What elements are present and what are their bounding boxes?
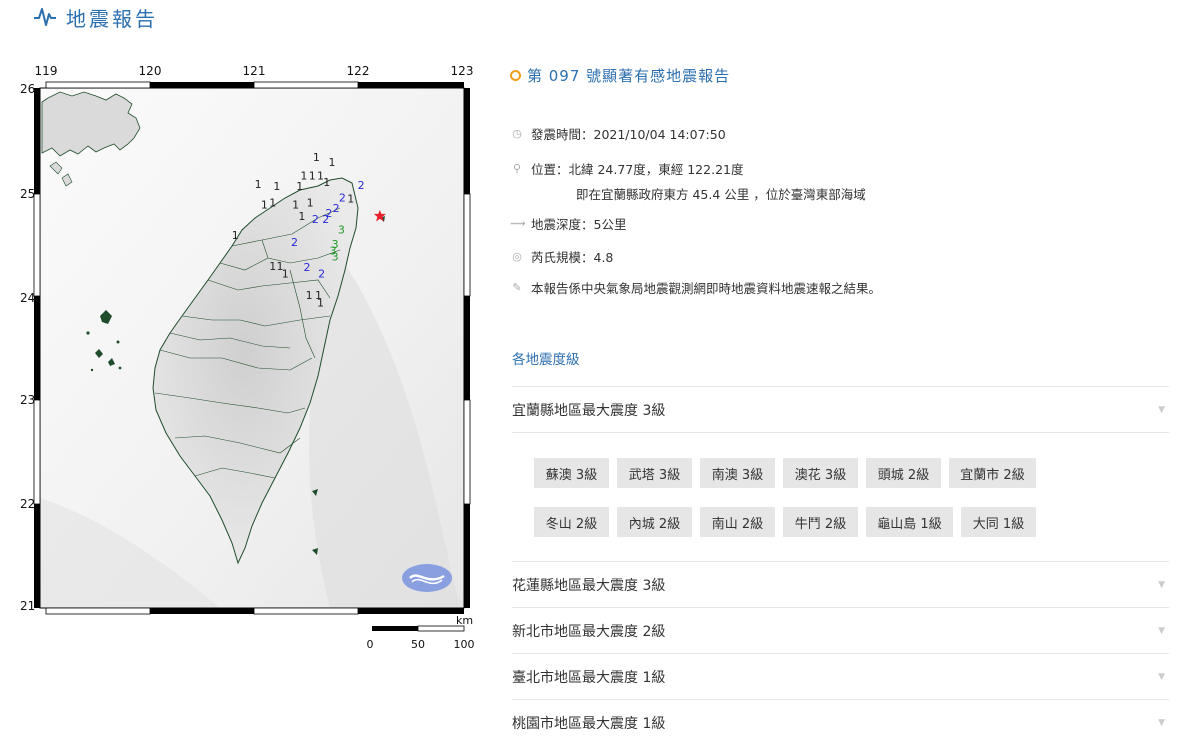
chevron-down-icon: ▼ bbox=[1158, 717, 1165, 728]
intensity-mark: 2 bbox=[312, 213, 319, 226]
report-time: ◷ 發震時間：2021/10/04 14:07:50 bbox=[510, 124, 725, 143]
intensity-mark: 1 bbox=[323, 176, 330, 189]
lat-tick-22: 22 bbox=[20, 497, 35, 511]
accordion-yilan[interactable]: 宜蘭縣地區最大震度 3級 ▼ bbox=[512, 386, 1169, 432]
scale-bar: km 0 50 100 bbox=[367, 614, 475, 651]
station-chip: 牛鬥 2級 bbox=[783, 507, 858, 537]
report-panel: 第 097 號顯著有感地震報告 ◷ 發震時間：2021/10/04 14:07:… bbox=[510, 60, 1170, 732]
intensity-mark: 1 bbox=[282, 267, 289, 280]
accordion-hualien[interactable]: 花蓮縣地區最大震度 3級 ▼ bbox=[512, 561, 1169, 607]
intensity-mark: 1 bbox=[317, 296, 324, 309]
report-depth: ⟿ 地震深度：5公里 bbox=[510, 217, 627, 232]
report-location: ⚲ 位置：北緯 24.77度，東經 122.21度 bbox=[510, 159, 744, 178]
station-chip: 南澳 3級 bbox=[700, 458, 775, 488]
intensity-mark: 1 bbox=[306, 289, 313, 302]
station-chips-row-2: 冬山 2級 內城 2級 南山 2級 牛鬥 2級 龜山島 1級 大同 1級 bbox=[534, 507, 1036, 537]
chevron-down-icon: ▼ bbox=[1158, 404, 1165, 415]
lon-tick-121: 121 bbox=[243, 64, 266, 78]
lat-tick-23: 23 bbox=[20, 393, 35, 407]
intensity-mark: 1 bbox=[329, 156, 336, 169]
accordion-new-taipei[interactable]: 新北市地區最大震度 2級 ▼ bbox=[512, 607, 1169, 653]
note-icon: ✎ bbox=[512, 281, 522, 294]
seismograph-icon bbox=[34, 8, 56, 26]
clock-icon: ◷ bbox=[512, 127, 522, 140]
intensity-mark: 1 bbox=[269, 260, 276, 273]
intensity-mark: 3 bbox=[338, 224, 345, 237]
station-chip: 冬山 2級 bbox=[534, 507, 609, 537]
station-chip: 大同 1級 bbox=[961, 507, 1036, 537]
accordion-label: 宜蘭縣地區最大震度 3級 bbox=[512, 402, 666, 419]
station-chip: 龜山島 1級 bbox=[866, 507, 953, 537]
intensity-mark: 2 bbox=[333, 202, 340, 215]
report-marker-icon bbox=[510, 69, 521, 81]
intensity-mark: 1 bbox=[313, 151, 320, 164]
depth-icon: ⟿ bbox=[510, 217, 526, 230]
intensity-mark: 2 bbox=[339, 191, 346, 204]
station-chip: 南山 2級 bbox=[700, 507, 775, 537]
accordion-taoyuan[interactable]: 桃園市地區最大震度 1級 ▼ bbox=[512, 699, 1169, 745]
accordion-yilan-body bbox=[512, 432, 1169, 433]
station-chip: 宜蘭市 2級 bbox=[949, 458, 1036, 488]
station-chips-row-1: 蘇澳 3級 武塔 3級 南澳 3級 澳花 3級 頭城 2級 宜蘭市 2級 bbox=[534, 458, 1036, 488]
report-magnitude: ◎ 芮氏規模：4.8 bbox=[510, 247, 613, 266]
intensity-mark: 1 bbox=[298, 210, 305, 223]
scale-label-0: 0 bbox=[367, 638, 374, 651]
scale-label-50: 50 bbox=[411, 638, 425, 651]
lon-tick-119: 119 bbox=[35, 64, 58, 78]
lon-tick-122: 122 bbox=[347, 64, 370, 78]
station-chip: 澳花 3級 bbox=[783, 458, 858, 488]
station-chip: 內城 2級 bbox=[617, 507, 692, 537]
cwb-logo bbox=[402, 564, 452, 592]
accordion-label: 花蓮縣地區最大震度 3級 bbox=[512, 577, 666, 594]
intensity-mark: 1 bbox=[309, 170, 316, 183]
intensity-mark: 1 bbox=[269, 197, 276, 210]
intensity-mark: 2 bbox=[304, 261, 311, 274]
page-title: 地震報告 bbox=[66, 6, 158, 31]
magnitude-icon: ◎ bbox=[512, 250, 522, 263]
intensity-mark: 1 bbox=[347, 192, 354, 205]
station-chip: 武塔 3級 bbox=[617, 458, 692, 488]
intensity-mark: 1 bbox=[273, 180, 280, 193]
intensity-mark: 2 bbox=[318, 267, 325, 280]
intensity-mark: 1 bbox=[307, 197, 314, 210]
intensity-mark: 1 bbox=[255, 178, 262, 191]
page-header: 地震報告 bbox=[34, 2, 158, 32]
accordion-label: 臺北市地區最大震度 1級 bbox=[512, 669, 666, 686]
lat-tick-25: 25 bbox=[20, 187, 35, 201]
china-coastline bbox=[41, 91, 141, 157]
report-location-detail: 即在宜蘭縣政府東方 45.4 公里 ，位於臺灣東部海域 bbox=[576, 187, 866, 202]
scale-label-100: 100 bbox=[454, 638, 475, 651]
intensity-mark: 2 bbox=[291, 236, 298, 249]
report-title: 第 097 號顯著有感地震報告 bbox=[510, 60, 1170, 90]
chevron-down-icon: ▼ bbox=[1158, 579, 1165, 590]
intensity-mark: 1 bbox=[232, 229, 239, 242]
chevron-down-icon: ▼ bbox=[1158, 671, 1165, 682]
accordion-label: 新北市地區最大震度 2級 bbox=[512, 623, 666, 640]
station-chip: 蘇澳 3級 bbox=[534, 458, 609, 488]
pin-icon: ⚲ bbox=[512, 162, 522, 175]
lat-tick-21: 21 bbox=[20, 599, 35, 613]
intensity-heading: 各地震度級 bbox=[512, 352, 580, 368]
intensity-mark: 1 bbox=[296, 180, 303, 193]
station-chip: 頭城 2級 bbox=[866, 458, 941, 488]
intensity-mark: 3 bbox=[332, 251, 339, 264]
intensity-mark: 2 bbox=[358, 179, 365, 192]
earthquake-map[interactable]: 119 120 121 122 123 26 25 24 23 22 21 11… bbox=[0, 58, 490, 658]
scale-unit: km bbox=[456, 614, 473, 627]
lon-tick-123: 123 bbox=[451, 64, 474, 78]
lat-tick-24: 24 bbox=[20, 291, 35, 305]
chevron-down-icon: ▼ bbox=[1158, 625, 1165, 636]
accordion-label: 桃園市地區最大震度 1級 bbox=[512, 715, 666, 732]
lon-tick-120: 120 bbox=[139, 64, 162, 78]
intensity-mark: 1 bbox=[261, 199, 268, 212]
intensity-mark: 2 bbox=[322, 213, 329, 226]
report-note: ✎ 本報告係中央氣象局地震觀測網即時地震資料地震速報之結果。 bbox=[510, 278, 881, 297]
report-title-text: 第 097 號顯著有感地震報告 bbox=[527, 66, 731, 85]
accordion-taipei[interactable]: 臺北市地區最大震度 1級 ▼ bbox=[512, 653, 1169, 699]
lat-tick-26: 26 bbox=[20, 82, 35, 96]
